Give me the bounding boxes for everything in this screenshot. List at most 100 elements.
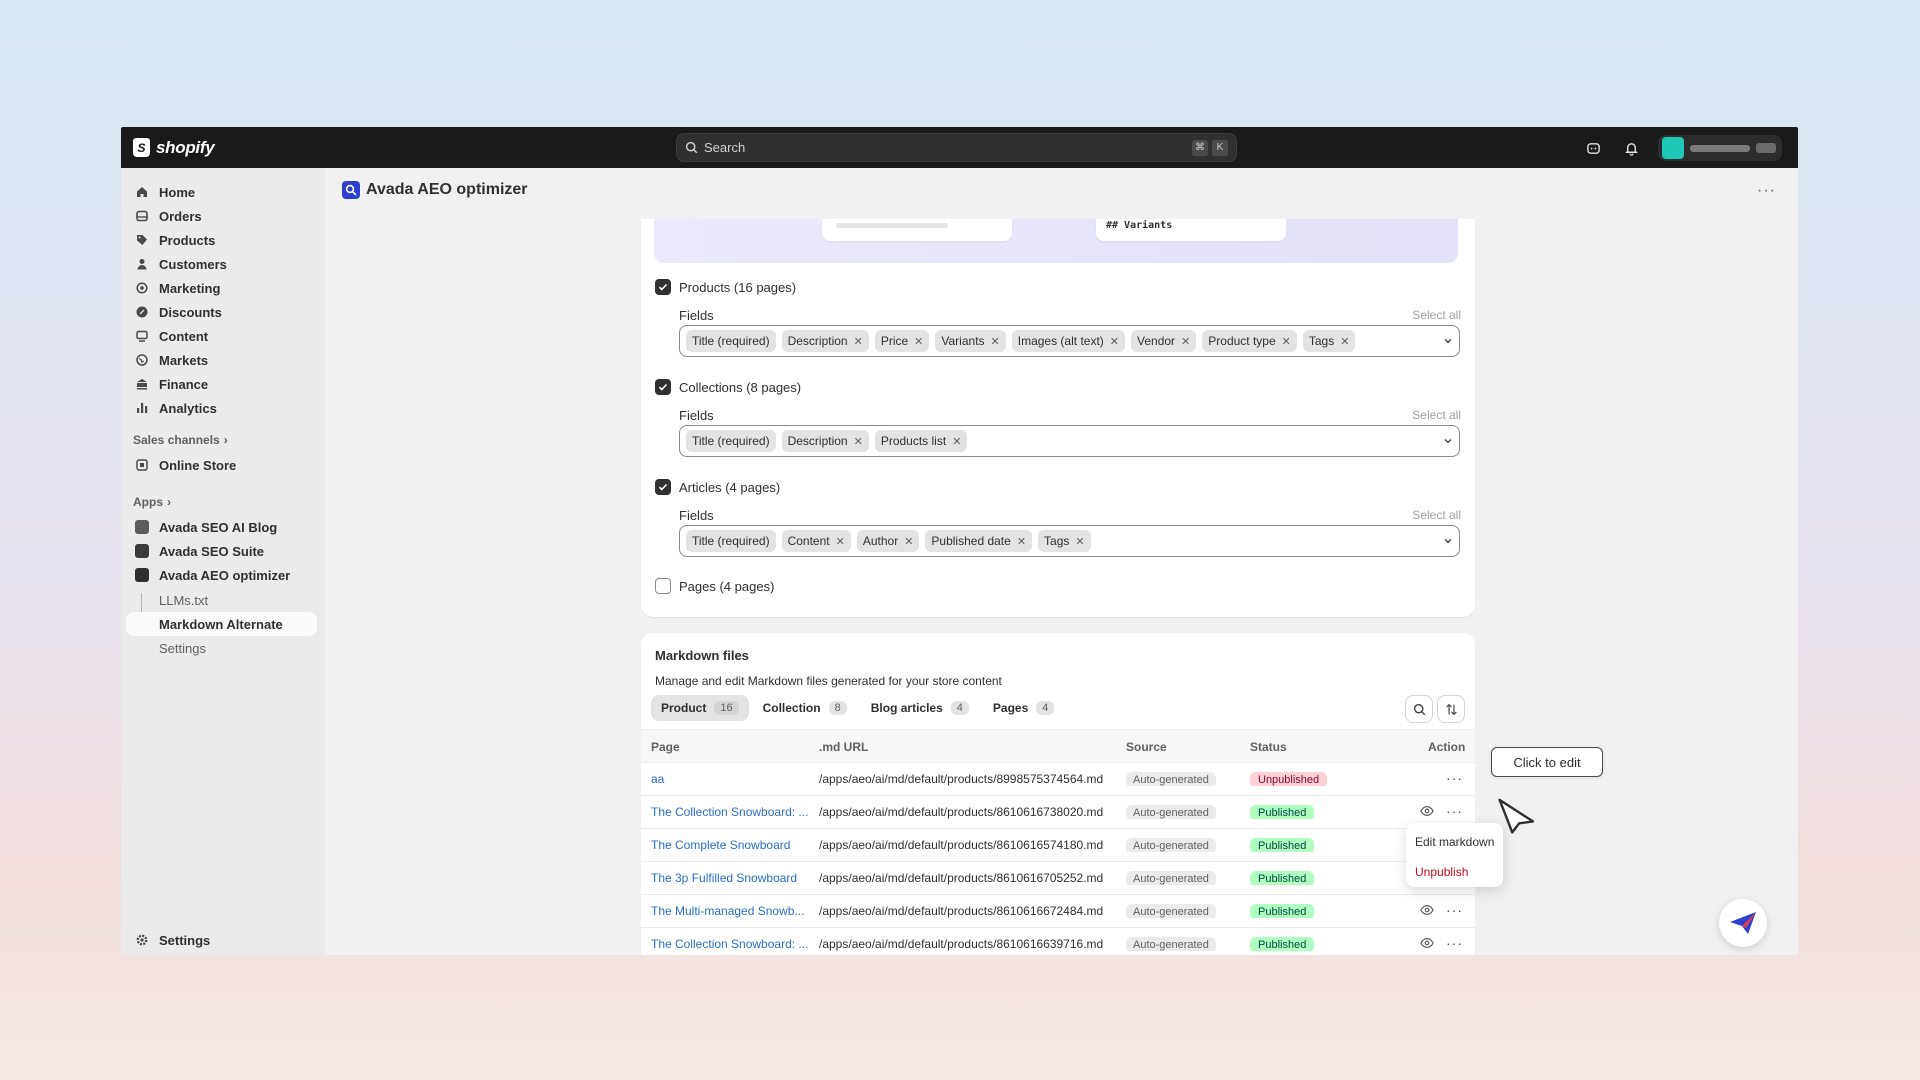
table-row[interactable]: The Complete Snowboard /apps/aeo/ai/md/d… <box>641 829 1475 862</box>
tag-label: Published date <box>931 534 1011 548</box>
page-link[interactable]: The 3p Fulfilled Snowboard <box>651 871 811 885</box>
articles-checkbox-row[interactable]: Articles (4 pages) <box>655 479 780 495</box>
sidebar-item-products[interactable]: Products <box>126 228 317 252</box>
status-badge: Published <box>1250 904 1315 918</box>
markdown-files-subtitle: Manage and edit Markdown files generated… <box>655 674 1002 688</box>
bell-icon[interactable] <box>1620 137 1642 159</box>
sidebar-item-markdown-alternate[interactable]: Markdown Alternate <box>126 612 317 636</box>
chat-launcher-button[interactable] <box>1719 899 1767 947</box>
store-switcher[interactable] <box>1658 135 1782 161</box>
articles-checkbox-label: Articles (4 pages) <box>679 479 781 495</box>
remove-tag-icon[interactable]: ✕ <box>952 435 961 448</box>
sidebar-item-avada-seo-ai-blog[interactable]: Avada SEO AI Blog <box>126 515 317 539</box>
tag-label: Vendor <box>1137 334 1176 348</box>
collections-fields-select[interactable]: Title (required) Description ✕ Products l… <box>679 425 1460 457</box>
products-checkbox-row[interactable]: Products (16 pages) <box>655 279 796 295</box>
tab-blog-articles[interactable]: Blog articles 4 <box>861 695 979 721</box>
table-row[interactable]: aa /apps/aeo/ai/md/default/products/8998… <box>641 763 1475 796</box>
search-input[interactable]: Search ⌘ K <box>676 133 1237 162</box>
table-row[interactable]: The Multi-managed Snowb... /apps/aeo/ai/… <box>641 895 1475 928</box>
sidebar-item-customers[interactable]: Customers <box>126 252 317 276</box>
sidebar-item-orders[interactable]: Orders <box>126 204 317 228</box>
shopify-logo[interactable]: S shopify <box>133 138 215 158</box>
sidebar-item-marketing[interactable]: Marketing <box>126 276 317 300</box>
remove-tag-icon[interactable]: ✕ <box>1017 535 1026 548</box>
unpublish-menu-item[interactable]: Unpublish <box>1415 865 1468 879</box>
sidekick-icon[interactable] <box>1582 137 1604 159</box>
remove-tag-icon[interactable]: ✕ <box>836 535 845 548</box>
tab-pages[interactable]: Pages 4 <box>983 695 1064 721</box>
table-row[interactable]: The Collection Snowboard: ... /apps/aeo/… <box>641 796 1475 829</box>
remove-tag-icon[interactable]: ✕ <box>1181 335 1190 348</box>
page-more-icon[interactable]: ··· <box>1757 182 1776 200</box>
field-tag: Description ✕ <box>781 330 869 352</box>
remove-tag-icon[interactable]: ✕ <box>1075 535 1084 548</box>
tab-collection[interactable]: Collection 8 <box>753 695 857 721</box>
sidebar-item-online-store[interactable]: Online Store <box>126 453 317 477</box>
sidebar-label: Analytics <box>159 400 217 416</box>
sidebar-item-content[interactable]: Content <box>126 324 317 348</box>
chevron-down-icon[interactable] <box>1443 436 1453 446</box>
articles-checkbox[interactable] <box>655 479 671 495</box>
eye-icon[interactable] <box>1420 936 1434 950</box>
tab-product[interactable]: Product 16 <box>651 695 749 721</box>
remove-tag-icon[interactable]: ✕ <box>1340 335 1349 348</box>
remove-tag-icon[interactable]: ✕ <box>1282 335 1291 348</box>
page-link[interactable]: aa <box>651 772 811 786</box>
sidebar-item-settings[interactable]: Settings <box>126 928 317 952</box>
remove-tag-icon[interactable]: ✕ <box>991 335 1000 348</box>
sidebar-item-finance[interactable]: Finance <box>126 372 317 396</box>
pages-checkbox[interactable] <box>655 578 671 594</box>
sidebar-item-home[interactable]: Home <box>126 180 317 204</box>
collections-checkbox-row[interactable]: Collections (8 pages) <box>655 379 801 395</box>
select-all-link[interactable]: Select all <box>1412 408 1461 422</box>
page-link[interactable]: The Complete Snowboard <box>651 838 811 852</box>
select-all-link[interactable]: Select all <box>1412 308 1461 322</box>
tag-label: Tags <box>1308 334 1335 348</box>
search-filter-button[interactable] <box>1405 695 1433 723</box>
row-actions: ··· <box>1420 902 1463 918</box>
pages-checkbox-row[interactable]: Pages (4 pages) <box>655 578 774 594</box>
page-link[interactable]: The Collection Snowboard: ... <box>651 937 811 951</box>
tag-label: Images (alt text) <box>1017 334 1104 348</box>
field-tag: Variants ✕ <box>935 330 1006 352</box>
more-actions-icon[interactable]: ··· <box>1446 770 1463 786</box>
field-tag: Content ✕ <box>781 530 851 552</box>
page-link[interactable]: The Multi-managed Snowb... <box>651 904 811 918</box>
sort-button[interactable] <box>1437 695 1465 723</box>
sidebar-item-discounts[interactable]: Discounts <box>126 300 317 324</box>
eye-icon[interactable] <box>1420 903 1434 917</box>
remove-tag-icon[interactable]: ✕ <box>854 335 863 348</box>
more-actions-icon[interactable]: ··· <box>1446 935 1463 951</box>
sidebar-item-avada-aeo-optimizer[interactable]: Avada AEO optimizer <box>126 563 317 587</box>
remove-tag-icon[interactable]: ✕ <box>904 535 913 548</box>
source-badge: Auto-generated <box>1126 904 1216 918</box>
select-all-link[interactable]: Select all <box>1412 508 1461 522</box>
field-tag: Vendor ✕ <box>1131 330 1197 352</box>
status-badge: Published <box>1250 937 1315 951</box>
table-row[interactable]: The Collection Snowboard: ... /apps/aeo/… <box>641 928 1475 955</box>
remove-tag-icon[interactable]: ✕ <box>854 435 863 448</box>
sidebar-item-llms-txt[interactable]: LLMs.txt <box>126 588 317 612</box>
sidebar-item-markets[interactable]: Markets <box>126 348 317 372</box>
sidebar-item-analytics[interactable]: Analytics <box>126 396 317 420</box>
apps-header[interactable]: Apps › <box>133 495 171 509</box>
page-link[interactable]: The Collection Snowboard: ... <box>651 805 811 819</box>
products-checkbox[interactable] <box>655 279 671 295</box>
eye-icon[interactable] <box>1420 804 1434 818</box>
sidebar-item-app-settings[interactable]: Settings <box>126 636 317 660</box>
tag-label: Variants <box>941 334 985 348</box>
sales-channels-header[interactable]: Sales channels › <box>133 433 228 447</box>
remove-tag-icon[interactable]: ✕ <box>1110 335 1119 348</box>
sidebar-item-avada-seo-suite[interactable]: Avada SEO Suite <box>126 539 317 563</box>
remove-tag-icon[interactable]: ✕ <box>914 335 923 348</box>
more-actions-icon[interactable]: ··· <box>1446 803 1463 819</box>
collections-checkbox[interactable] <box>655 379 671 395</box>
table-row[interactable]: The 3p Fulfilled Snowboard /apps/aeo/ai/… <box>641 862 1475 895</box>
chevron-down-icon[interactable] <box>1443 336 1453 346</box>
chevron-down-icon[interactable] <box>1443 536 1453 546</box>
articles-fields-select[interactable]: Title (required) Content ✕ Author ✕ Publis… <box>679 525 1460 557</box>
products-fields-select[interactable]: Title (required) Description ✕ Price ✕ Var… <box>679 325 1460 357</box>
more-actions-icon[interactable]: ··· <box>1446 902 1463 918</box>
edit-markdown-menu-item[interactable]: Edit markdown <box>1415 835 1494 849</box>
